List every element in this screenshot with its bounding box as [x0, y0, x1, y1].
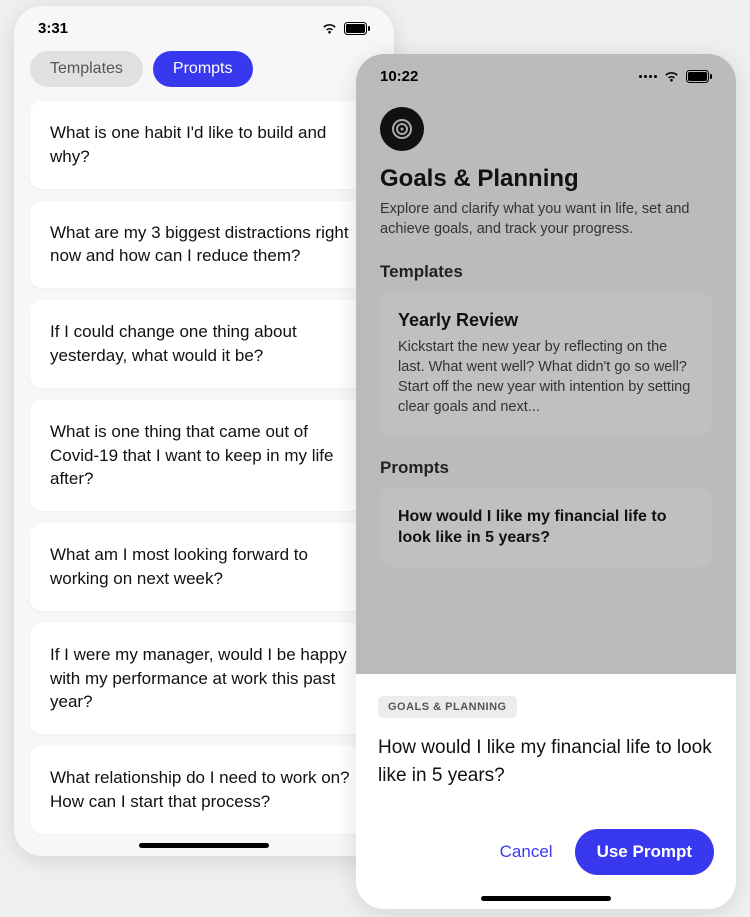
category-description: Explore and clarify what you want in lif… [380, 199, 712, 240]
prompt-card[interactable]: What are my 3 biggest distractions right… [30, 201, 378, 289]
prompt-preview-card[interactable]: How would I like my financial life to lo… [380, 488, 712, 567]
home-indicator [481, 896, 611, 901]
tab-templates[interactable]: Templates [30, 51, 143, 87]
wifi-icon [663, 70, 680, 83]
prompt-card[interactable]: What is one habit I'd like to build and … [30, 101, 378, 189]
prompts-section-label: Prompts [380, 458, 712, 478]
prompt-card[interactable]: What am I most looking forward to workin… [30, 523, 378, 611]
prompt-card[interactable]: What relationship do I need to work on? … [30, 746, 378, 834]
wifi-icon [321, 22, 338, 35]
phone-right: 10:22 Goals & Planning Explore and clari… [356, 54, 736, 909]
template-title: Yearly Review [398, 310, 694, 331]
status-icons [321, 22, 370, 35]
prompt-card[interactable]: If I could change one thing about yester… [30, 300, 378, 388]
battery-icon [344, 22, 370, 35]
phone-left: 3:31 Templates Prompts What is one habit… [14, 6, 394, 856]
prompt-card[interactable]: If I were my manager, would I be happy w… [30, 623, 378, 734]
prompt-card[interactable]: What is one thing that came out of Covid… [30, 400, 378, 511]
cancel-button[interactable]: Cancel [500, 842, 553, 862]
template-card[interactable]: Yearly Review Kickstart the new year by … [380, 292, 712, 436]
prompt-sheet: GOALS & PLANNING How would I like my fin… [356, 674, 736, 909]
sheet-actions: Cancel Use Prompt [500, 829, 714, 875]
home-indicator [139, 843, 269, 848]
battery-icon [686, 70, 712, 83]
use-prompt-button[interactable]: Use Prompt [575, 829, 714, 875]
target-icon [380, 107, 424, 151]
tab-prompts[interactable]: Prompts [153, 51, 253, 87]
cell-icon [639, 75, 657, 78]
category-chip: GOALS & PLANNING [378, 696, 517, 718]
sheet-question: How would I like my financial life to lo… [378, 734, 714, 789]
tab-bar: Templates Prompts [14, 45, 394, 101]
status-time: 3:31 [38, 20, 68, 37]
category-title: Goals & Planning [380, 165, 712, 193]
templates-section-label: Templates [380, 262, 712, 282]
status-icons [639, 70, 712, 83]
category-screen: Goals & Planning Explore and clarify wha… [356, 107, 736, 567]
status-bar: 10:22 [356, 54, 736, 93]
template-description: Kickstart the new year by reflecting on … [398, 337, 694, 418]
status-bar: 3:31 [14, 6, 394, 45]
status-time: 10:22 [380, 68, 418, 85]
dimmed-background: 10:22 Goals & Planning Explore and clari… [356, 54, 736, 674]
prompt-list: What is one habit I'd like to build and … [14, 101, 394, 834]
